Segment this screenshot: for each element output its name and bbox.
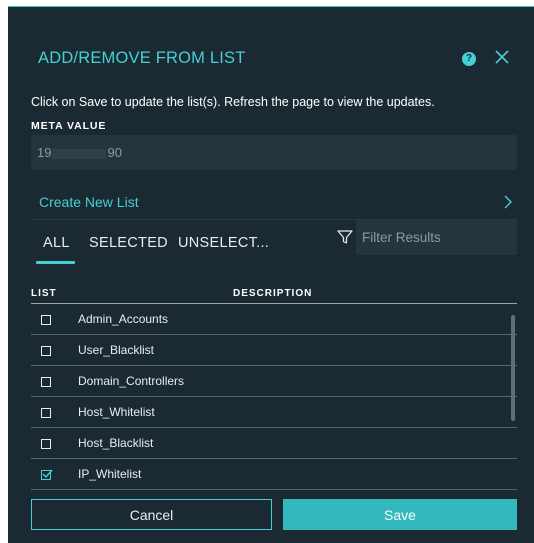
- column-header-description: DESCRIPTION: [233, 288, 313, 299]
- tab-unselected[interactable]: UNSELECT...: [178, 235, 269, 251]
- table-row[interactable]: IP_Whitelist: [31, 459, 517, 490]
- table-row[interactable]: Domain_Controllers: [31, 366, 517, 397]
- add-remove-list-dialog: ADD/REMOVE FROM LIST ? Click on Save to …: [8, 6, 534, 543]
- list-table-body: Admin_Accounts User_Blacklist Domain_Con…: [31, 304, 517, 490]
- chevron-right-icon: [503, 194, 513, 215]
- list-name: User_Blacklist: [78, 343, 155, 357]
- list-name: Host_Blacklist: [78, 436, 154, 450]
- checkbox[interactable]: [41, 408, 51, 418]
- cancel-button[interactable]: Cancel: [31, 499, 272, 530]
- list-name: Host_Whitelist: [78, 405, 155, 419]
- create-new-list-label: Create New List: [39, 194, 139, 210]
- tab-all[interactable]: ALL: [43, 235, 70, 251]
- dialog-title: ADD/REMOVE FROM LIST: [38, 49, 246, 67]
- table-row[interactable]: User_Blacklist: [31, 335, 517, 366]
- list-name: Domain_Controllers: [78, 374, 185, 388]
- checkbox[interactable]: [41, 346, 51, 356]
- filter-results-input[interactable]: [356, 220, 517, 255]
- list-scrollbar[interactable]: [511, 315, 515, 421]
- help-circle-icon[interactable]: ?: [462, 52, 476, 66]
- column-header-list: LIST: [31, 288, 57, 299]
- list-name: Admin_Accounts: [78, 312, 169, 326]
- table-row[interactable]: Host_Whitelist: [31, 397, 517, 428]
- instructions-text: Click on Save to update the list(s). Ref…: [31, 95, 435, 109]
- meta-value-end: 90: [107, 145, 122, 160]
- meta-value-redaction: [52, 148, 107, 159]
- meta-value-label: META VALUE: [31, 120, 107, 132]
- checkbox[interactable]: [41, 315, 51, 325]
- close-icon[interactable]: [492, 47, 512, 67]
- meta-value-field[interactable]: 19 90: [31, 135, 517, 170]
- table-row[interactable]: Admin_Accounts: [31, 304, 517, 335]
- active-tab-indicator: [36, 261, 75, 264]
- checkbox[interactable]: [41, 377, 51, 387]
- meta-value-start: 19: [37, 145, 52, 160]
- checkmark-icon: [42, 469, 53, 479]
- create-new-list-link[interactable]: Create New List: [31, 191, 517, 215]
- table-row[interactable]: Host_Blacklist: [31, 428, 517, 459]
- list-name: IP_Whitelist: [78, 467, 142, 481]
- checkbox[interactable]: [41, 439, 51, 449]
- filter-icon[interactable]: [336, 228, 354, 246]
- save-button[interactable]: Save: [283, 499, 517, 530]
- tab-selected[interactable]: SELECTED: [89, 235, 168, 251]
- checkbox-checked[interactable]: [41, 469, 53, 480]
